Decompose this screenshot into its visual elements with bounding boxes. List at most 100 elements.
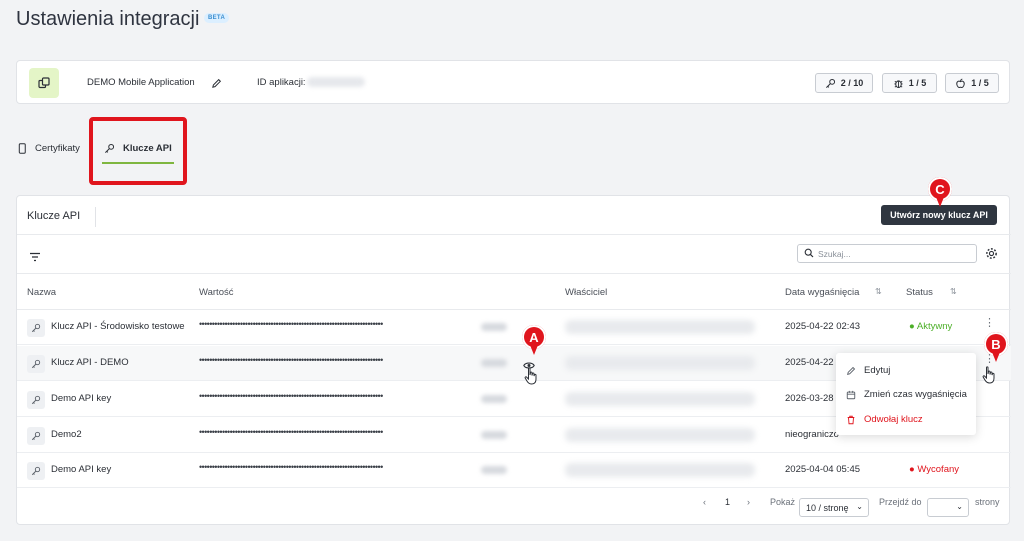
expiry-date: nieograniczo	[785, 429, 839, 440]
key-value-masked: ••••••••••••••••••••••••••••••••••••••••…	[199, 319, 383, 329]
annotation-marker-c: C	[928, 177, 952, 207]
column-header-expiry[interactable]: Data wygaśnięcia	[785, 287, 859, 298]
filter-icon[interactable]	[29, 249, 41, 267]
create-api-key-button[interactable]: Utwórz nowy klucz API	[881, 205, 997, 225]
column-header-name: Nazwa	[27, 287, 57, 298]
key-name: Demo API key	[51, 464, 112, 475]
ios-count: 1 / 5	[971, 78, 989, 88]
key-icon	[27, 462, 45, 480]
android-count: 1 / 5	[908, 78, 927, 88]
menu-item-revoke[interactable]: Odwołaj klucz	[846, 414, 923, 425]
key-value-masked: ••••••••••••••••••••••••••••••••••••••••…	[199, 355, 383, 365]
key-icon	[27, 319, 45, 337]
menu-item-label: Zmień czas wygaśnięcia	[864, 389, 967, 400]
key-icon	[27, 391, 45, 409]
edit-app-name-icon[interactable]	[211, 76, 223, 88]
search-input[interactable]	[818, 247, 968, 260]
divider	[17, 234, 1011, 235]
ios-counter[interactable]: 1 / 5	[945, 73, 999, 93]
page-number[interactable]: 1	[725, 497, 730, 507]
annotation-marker-b: B	[984, 332, 1008, 362]
key-value-redacted	[481, 395, 507, 403]
table-row[interactable]: Demo API key •••••••••••••••••••••••••••…	[17, 453, 1011, 488]
expiry-date: 2026-03-28 0	[785, 393, 842, 404]
chevron-down-icon: ⌄	[856, 502, 863, 511]
owner-redacted	[565, 356, 755, 370]
next-page-button[interactable]: ›	[747, 497, 750, 507]
gear-icon[interactable]	[985, 247, 998, 265]
app-id-label: ID aplikacji:	[257, 77, 306, 88]
column-header-status[interactable]: Status	[906, 287, 933, 298]
panel-title: Klucze API	[27, 210, 81, 222]
page-size-select[interactable]: 10 / stronę ⌄	[799, 498, 869, 517]
tab-certificates[interactable]: Certyfikaty	[18, 143, 80, 154]
page-size-value: 10 / stronę	[806, 502, 849, 513]
menu-item-label: Odwołaj klucz	[864, 414, 923, 425]
status-text: Aktywny	[916, 321, 953, 332]
app-icon	[29, 68, 59, 98]
goto-label: Przejdź do	[879, 497, 922, 507]
bug-icon	[894, 79, 903, 88]
apple-icon	[956, 78, 965, 88]
row-actions-menu: Edytuj Zmień czas wygaśnięcia Odwołaj kl…	[836, 353, 976, 435]
tab-certificates-label: Certyfikaty	[35, 143, 80, 154]
prev-page-button[interactable]: ‹	[703, 497, 706, 507]
key-value-redacted	[481, 466, 507, 474]
expiry-date: 2025-04-22 0	[785, 357, 842, 368]
app-id-value-redacted	[307, 77, 365, 87]
owner-redacted	[565, 428, 755, 442]
table-row[interactable]: Klucz API - Środowisko testowe •••••••••…	[17, 310, 1011, 345]
sort-icon[interactable]: ⇅	[875, 287, 882, 296]
search-input-wrapper[interactable]	[797, 244, 977, 263]
page-title: Ustawienia integracji	[16, 8, 200, 30]
android-counter[interactable]: 1 / 5	[882, 73, 937, 93]
owner-redacted	[565, 320, 755, 334]
chevron-down-icon: ⌄	[956, 502, 963, 511]
key-name: Klucz API - Środowisko testowe	[51, 321, 185, 332]
hand-cursor-icon	[982, 366, 995, 384]
api-keys-counter[interactable]: 2 / 10	[815, 73, 873, 93]
column-header-owner: Właściciel	[565, 287, 608, 298]
key-value-redacted	[481, 323, 507, 331]
key-icon	[27, 427, 45, 445]
key-value-redacted	[481, 359, 507, 367]
key-value-masked: ••••••••••••••••••••••••••••••••••••••••…	[199, 391, 383, 401]
key-name: Demo API key	[51, 393, 112, 404]
page-size-label: Pokaż	[770, 497, 796, 507]
annotation-marker-a: A	[522, 325, 546, 355]
phone-icon	[18, 143, 26, 154]
key-value-masked: ••••••••••••••••••••••••••••••••••••••••…	[199, 427, 383, 437]
menu-item-change-expiry[interactable]: Zmień czas wygaśnięcia	[846, 389, 967, 400]
status-badge: ● Aktywny	[909, 321, 953, 332]
owner-redacted	[565, 392, 755, 406]
key-value-redacted	[481, 431, 507, 439]
more-options-icon[interactable]: ⋮	[984, 318, 995, 329]
key-icon	[825, 78, 835, 88]
column-header-value: Wartość	[199, 287, 234, 298]
beta-badge: BETA	[204, 13, 230, 23]
trash-icon	[847, 415, 855, 424]
app-card: DEMO Mobile Application ID aplikacji: 2 …	[16, 60, 1010, 104]
api-keys-count: 2 / 10	[840, 78, 864, 88]
status-text: Wycofany	[917, 464, 960, 475]
sort-icon[interactable]: ⇅	[950, 287, 957, 296]
key-value-masked: ••••••••••••••••••••••••••••••••••••••••…	[199, 462, 383, 472]
key-icon	[27, 355, 45, 373]
tab-highlight-annotation	[89, 117, 187, 185]
divider	[17, 273, 1011, 274]
key-name: Demo2	[51, 429, 82, 440]
owner-redacted	[565, 463, 755, 477]
search-icon	[804, 248, 814, 258]
pencil-icon	[847, 366, 856, 375]
divider	[95, 207, 96, 227]
key-name: Klucz API - DEMO	[51, 357, 129, 368]
menu-item-label: Edytuj	[864, 365, 891, 376]
goto-page-input[interactable]: ⌄	[927, 498, 969, 517]
calendar-icon	[846, 390, 856, 399]
menu-item-edit[interactable]: Edytuj	[846, 365, 890, 376]
status-badge: ● Wycofany	[909, 464, 960, 475]
app-name: DEMO Mobile Application	[87, 77, 195, 88]
expiry-date: 2025-04-04 05:45	[785, 464, 861, 475]
goto-suffix: strony	[975, 497, 1000, 507]
hand-cursor-icon	[524, 367, 537, 385]
